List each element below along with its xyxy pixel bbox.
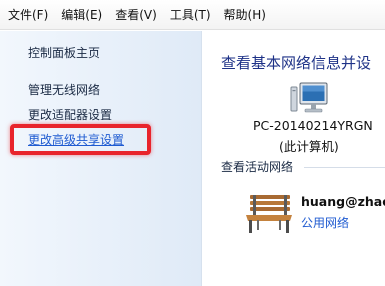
menu-help[interactable]: 帮助(H) (224, 6, 266, 23)
computer-icon (290, 82, 328, 113)
menu-tools[interactable]: 工具(T) (170, 6, 211, 23)
active-networks-heading: 查看活动网络 (221, 160, 294, 174)
sidebar: 控制面板主页 管理无线网络 更改适配器设置 更改高级共享设置 (0, 31, 202, 286)
section-divider (304, 167, 385, 168)
page-title: 查看基本网络信息并设 (221, 54, 372, 72)
menu-view[interactable]: 查看(V) (115, 6, 157, 23)
main-panel: 查看基本网络信息并设 PC-20140214YRGN (此计算机) 查看活动网络… (203, 31, 385, 286)
network-type-link[interactable]: 公用网络 (301, 214, 349, 231)
menu-bar: 文件(F) 编辑(E) 查看(V) 工具(T) 帮助(H) (0, 0, 385, 30)
computer-subtitle: (此计算机) (279, 139, 339, 154)
menu-file[interactable]: 文件(F) (8, 6, 48, 23)
bench-icon (246, 195, 292, 233)
control-panel-home-link[interactable]: 控制面板主页 (28, 44, 100, 61)
computer-name: PC-20140214YRGN (253, 118, 373, 133)
network-name: huang@zhao (301, 194, 385, 209)
change-adapter-settings-link[interactable]: 更改适配器设置 (28, 106, 112, 123)
highlight-annotation-box (10, 124, 151, 155)
menu-edit[interactable]: 编辑(E) (61, 6, 102, 23)
manage-wireless-networks-link[interactable]: 管理无线网络 (28, 81, 100, 98)
